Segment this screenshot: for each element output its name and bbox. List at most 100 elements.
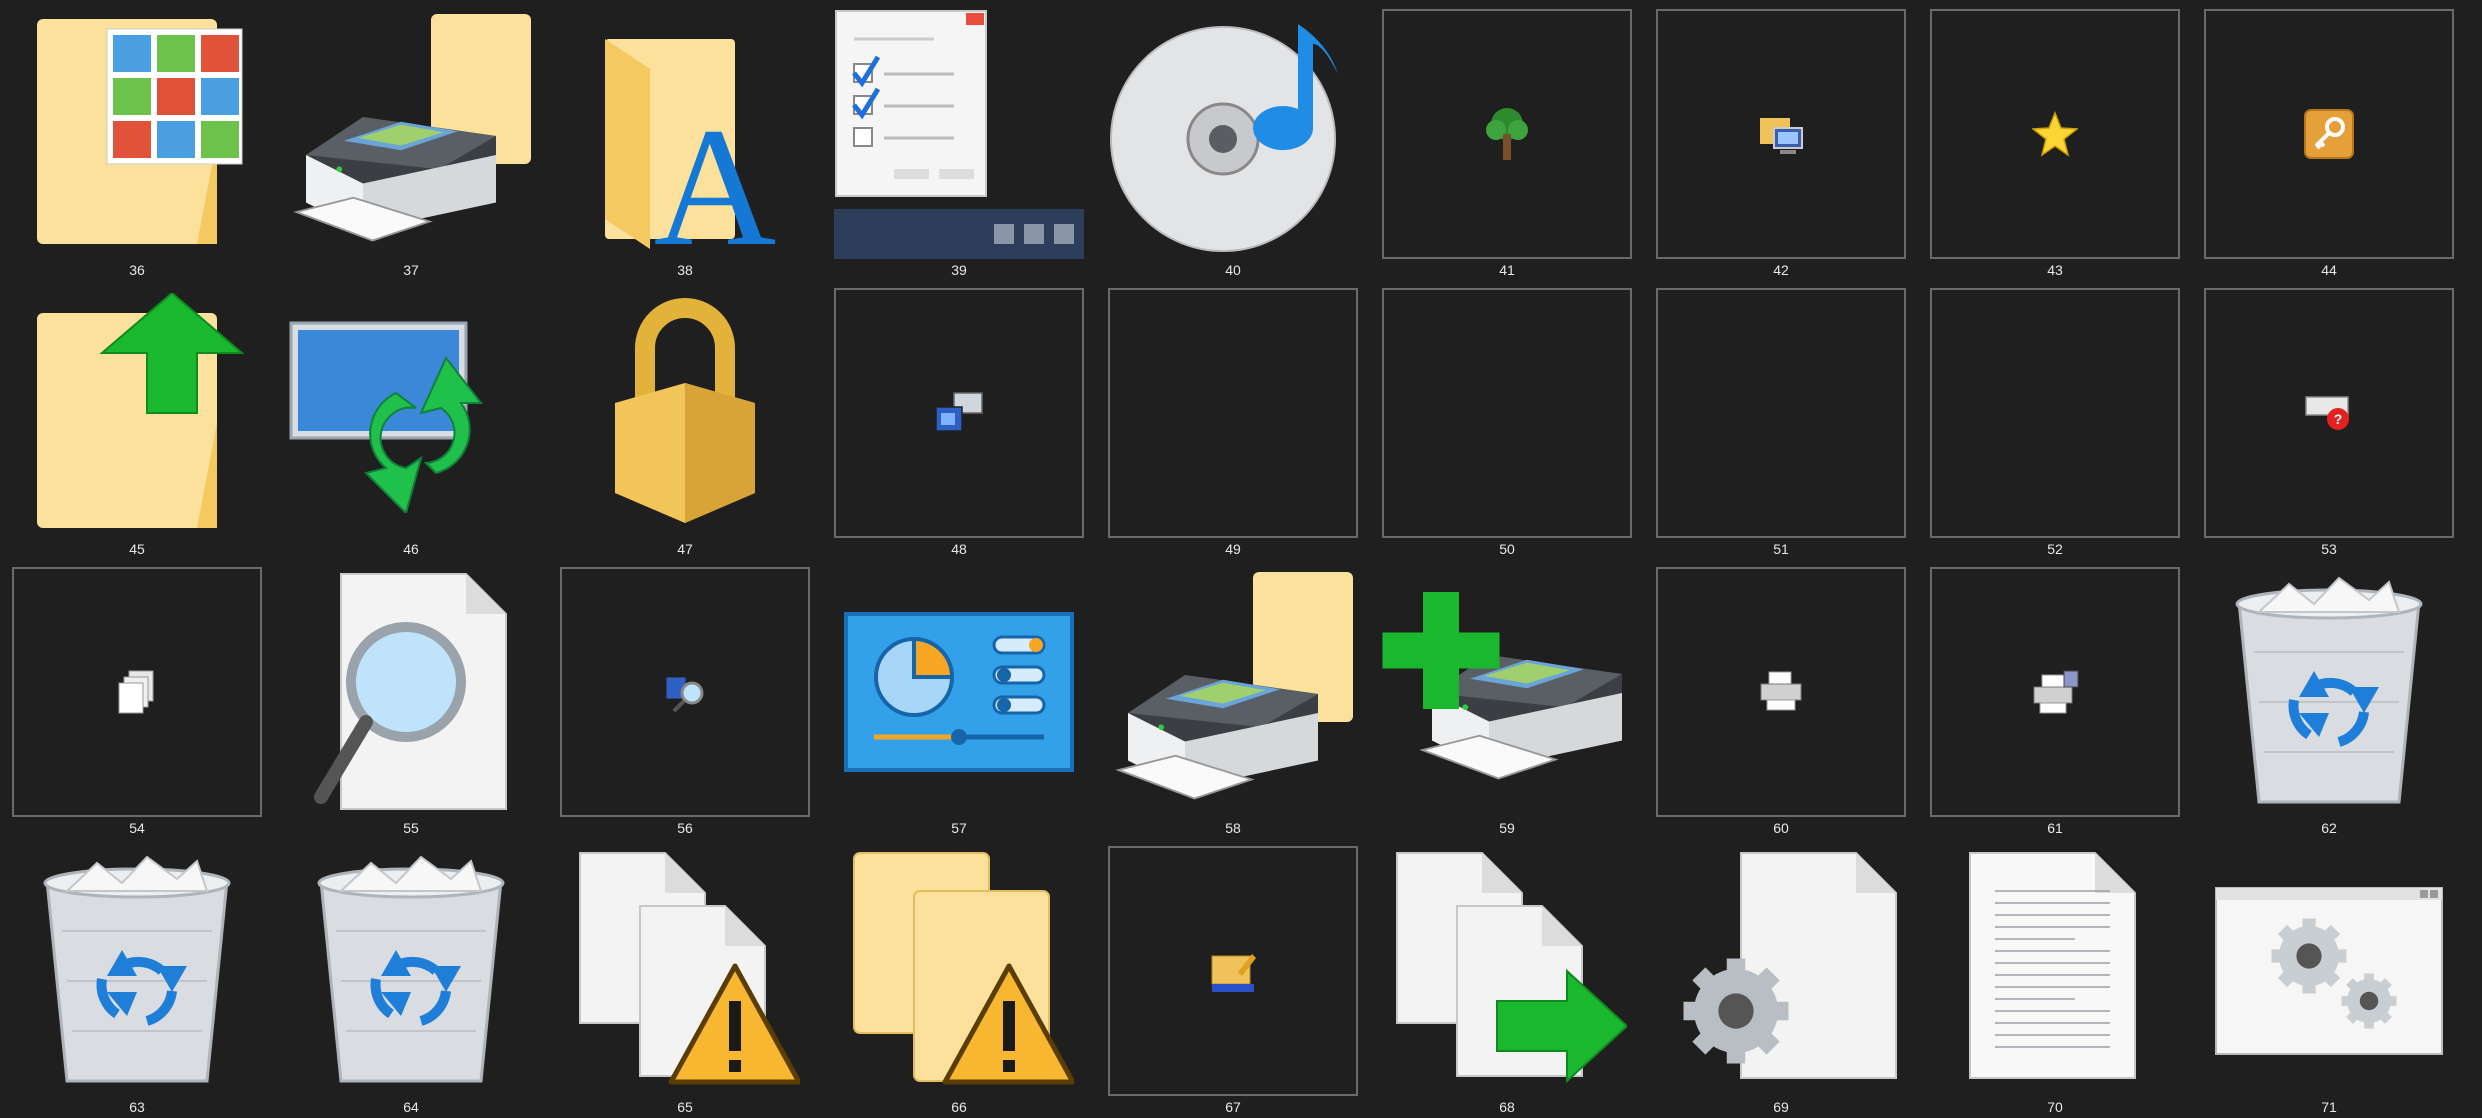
icon-index-label: 64 — [403, 1099, 419, 1115]
icon-index-label: 67 — [1225, 1099, 1241, 1115]
icon-item[interactable]: 50 — [1370, 279, 1644, 558]
documents-move-icon — [1382, 846, 1632, 1096]
documents-stack-icon — [12, 567, 262, 817]
icon-index-label: 36 — [129, 262, 145, 278]
icon-item[interactable]: 45 — [0, 279, 274, 558]
icon-index-label: 69 — [1773, 1099, 1789, 1115]
icon-item[interactable]: 47 — [548, 279, 822, 558]
icon-index-label: 38 — [677, 262, 693, 278]
icon-item[interactable]: 65 — [548, 837, 822, 1116]
printer-folder-icon — [1108, 567, 1358, 817]
icon-index-label: 50 — [1499, 541, 1515, 557]
icon-item[interactable]: 61 — [1918, 558, 2192, 837]
icon-index-label: 59 — [1499, 820, 1515, 836]
icon-item[interactable]: 55 — [274, 558, 548, 837]
recycle-bin-full-icon — [2204, 567, 2454, 817]
icon-item[interactable]: 52 — [1918, 279, 2192, 558]
system-settings-icon — [834, 288, 1084, 538]
icon-grid: 36 37 A 38 39 40 41 42 43 44 45 46 47 48… — [0, 0, 2482, 1118]
printer-folder-icon — [286, 9, 536, 259]
icon-item[interactable]: 40 — [1096, 0, 1370, 279]
icon-item[interactable]: 46 — [274, 279, 548, 558]
icon-item[interactable]: 60 — [1644, 558, 1918, 837]
icon-index-label: 65 — [677, 1099, 693, 1115]
small-printer-icon — [1656, 567, 1906, 817]
recycle-bin-full-icon — [286, 846, 536, 1096]
icon-index-label: 51 — [1773, 541, 1789, 557]
folders-warning-icon — [834, 846, 1084, 1096]
icon-index-label: 42 — [1773, 262, 1789, 278]
icon-item[interactable]: 56 — [548, 558, 822, 837]
icon-item[interactable]: 39 — [822, 0, 1096, 279]
icon-item[interactable]: 43 — [1918, 0, 2192, 279]
icon-item[interactable]: 70 — [1918, 837, 2192, 1116]
icon-item[interactable]: A 38 — [548, 0, 822, 279]
icon-index-label: 46 — [403, 541, 419, 557]
icon-index-label: 62 — [2321, 820, 2337, 836]
document-gear-icon — [1656, 846, 1906, 1096]
svg-text:A: A — [654, 93, 777, 249]
dialog-checkbox-icon — [834, 9, 1084, 259]
star-icon — [1930, 9, 2180, 259]
icon-item[interactable]: 67 — [1096, 837, 1370, 1116]
icon-item[interactable]: 63 — [0, 837, 274, 1116]
icon-item[interactable]: 57 — [822, 558, 1096, 837]
icon-item[interactable]: 68 — [1370, 837, 1644, 1116]
icon-index-label: 66 — [951, 1099, 967, 1115]
icon-index-label: 58 — [1225, 820, 1241, 836]
music-cd-icon — [1108, 9, 1358, 259]
icon-index-label: 47 — [677, 541, 693, 557]
network-folder-icon — [1656, 9, 1906, 259]
icon-index-label: 63 — [129, 1099, 145, 1115]
icon-index-label: 71 — [2321, 1099, 2337, 1115]
control-panel-icon — [834, 567, 1084, 817]
icon-item[interactable]: 44 — [2192, 0, 2466, 279]
icon-index-label: 45 — [129, 541, 145, 557]
pictures-folder-icon — [12, 9, 262, 259]
drive-help-icon: ? — [2204, 288, 2454, 538]
icon-index-label: 68 — [1499, 1099, 1515, 1115]
icon-index-label: 70 — [2047, 1099, 2063, 1115]
icon-index-label: 54 — [129, 820, 145, 836]
icon-index-label: 44 — [2321, 262, 2337, 278]
icon-item[interactable]: 64 — [274, 837, 548, 1116]
icon-item[interactable]: 54 — [0, 558, 274, 837]
icon-item[interactable]: 48 — [822, 279, 1096, 558]
icon-item[interactable]: 66 — [822, 837, 1096, 1116]
icon-index-label: 39 — [951, 262, 967, 278]
icon-item[interactable]: 59 — [1370, 558, 1644, 837]
icon-index-label: 57 — [951, 820, 967, 836]
blank-icon — [1930, 288, 2180, 538]
printer-fax-icon — [1930, 567, 2180, 817]
icon-index-label: 40 — [1225, 262, 1241, 278]
icon-index-label: 53 — [2321, 541, 2337, 557]
network-search-icon — [560, 567, 810, 817]
folder-upload-icon — [12, 288, 262, 538]
icon-item[interactable]: 69 — [1644, 837, 1918, 1116]
icon-item[interactable]: 49 — [1096, 279, 1370, 558]
icon-index-label: 55 — [403, 820, 419, 836]
icon-item[interactable]: 41 — [1370, 0, 1644, 279]
monitor-sync-icon — [286, 288, 536, 538]
fonts-folder-icon: A — [560, 9, 810, 259]
svg-text:?: ? — [2334, 411, 2343, 427]
tree-icon — [1382, 9, 1632, 259]
key-icon — [2204, 9, 2454, 259]
icon-item[interactable]: 42 — [1644, 0, 1918, 279]
icon-item[interactable]: ? 53 — [2192, 279, 2466, 558]
blank-icon — [1382, 288, 1632, 538]
documents-warning-icon — [560, 846, 810, 1096]
icon-item[interactable]: 58 — [1096, 558, 1370, 837]
search-document-icon — [286, 567, 536, 817]
blank-icon — [1656, 288, 1906, 538]
icon-item[interactable]: 37 — [274, 0, 548, 279]
icon-item[interactable]: 62 — [2192, 558, 2466, 837]
icon-item[interactable]: 36 — [0, 0, 274, 279]
icon-item[interactable]: 71 — [2192, 837, 2466, 1116]
icon-index-label: 41 — [1499, 262, 1515, 278]
blank-icon — [1108, 288, 1358, 538]
icon-index-label: 60 — [1773, 820, 1789, 836]
text-document-icon — [1930, 846, 2180, 1096]
icon-item[interactable]: 51 — [1644, 279, 1918, 558]
icon-index-label: 37 — [403, 262, 419, 278]
